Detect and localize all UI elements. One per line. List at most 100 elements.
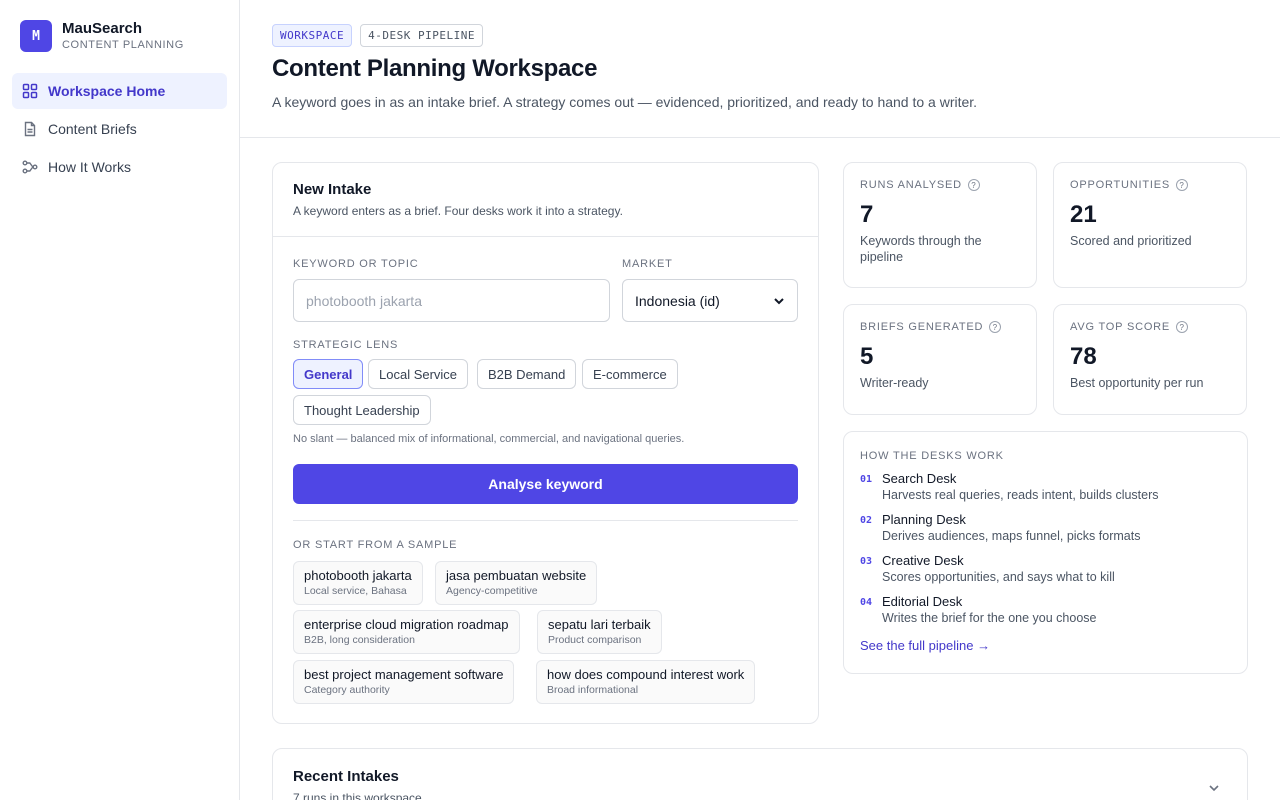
desk-item: 01 Search Desk Harvests real queries, re…: [860, 471, 1231, 503]
sample-card[interactable]: enterprise cloud migration roadmap B2B, …: [293, 610, 520, 654]
stat-value: 21: [1070, 201, 1097, 228]
desk-item: 02 Planning Desk Derives audiences, maps…: [860, 512, 1231, 544]
stat-value: 78: [1070, 343, 1097, 370]
pipeline-tag: 4-DESK PIPELINE: [360, 24, 483, 47]
stat-card-opportunities: OPPORTUNITIES? 21 Scored and prioritized: [1053, 162, 1247, 288]
stat-card-briefs: BRIEFS GENERATED? 5 Writer-ready: [843, 304, 1037, 415]
lens-chip-b2b-demand[interactable]: B2B Demand: [477, 359, 577, 389]
stat-label: RUNS ANALYSED: [860, 179, 962, 191]
lens-label: STRATEGIC LENS: [293, 339, 399, 351]
market-select[interactable]: Indonesia (id): [622, 279, 798, 322]
desk-name: Creative Desk: [882, 553, 964, 568]
help-icon[interactable]: ?: [989, 321, 1002, 333]
lens-chip-ecommerce[interactable]: E-commerce: [582, 359, 678, 389]
lens-chip-general[interactable]: General: [293, 359, 364, 389]
brand-subtitle: CONTENT PLANNING: [62, 39, 184, 51]
sidebar-item-label: Content Briefs: [48, 121, 137, 137]
desk-item: 03 Creative Desk Scores opportunities, a…: [860, 553, 1231, 585]
sample-card[interactable]: photobooth jakarta Local service, Bahasa: [293, 561, 423, 605]
desk-item: 04 Editorial Desk Writes the brief for t…: [860, 594, 1231, 626]
sample-subtitle: B2B, long consideration: [304, 634, 415, 646]
sample-subtitle: Local service, Bahasa: [304, 585, 407, 597]
page-description: A keyword goes in as an intake brief. A …: [272, 94, 978, 110]
full-pipeline-link[interactable]: See the full pipeline →: [860, 638, 990, 653]
chevron-down-icon: [774, 297, 784, 304]
analyse-keyword-button[interactable]: Analyse keyword: [293, 464, 798, 504]
recent-intakes-card[interactable]: Recent Intakes 7 runs in this workspace: [272, 748, 1248, 800]
desk-name: Editorial Desk: [882, 594, 963, 609]
sample-card[interactable]: jasa pembuatan website Agency-competitiv…: [435, 561, 598, 605]
stat-description: Scored and prioritized: [1070, 234, 1192, 248]
sample-title: photobooth jakarta: [304, 568, 412, 583]
stat-description: Writer-ready: [860, 376, 929, 390]
desks-card: HOW THE DESKS WORK 01 Search Desk Harves…: [843, 431, 1248, 674]
stat-card-avg-score: AVG TOP SCORE? 78 Best opportunity per r…: [1053, 304, 1247, 415]
chevron-down-icon[interactable]: [1207, 781, 1221, 795]
sidebar-nav: Workspace Home Content Briefs How It Wor…: [12, 73, 227, 187]
sample-subtitle: Agency-competitive: [446, 585, 538, 597]
divider: [293, 520, 798, 521]
recent-intakes-subtitle: 7 runs in this workspace: [293, 791, 422, 800]
stat-label: OPPORTUNITIES: [1070, 179, 1171, 191]
stat-description: Keywords through the pipeline: [860, 234, 982, 264]
stat-card-runs: RUNS ANALYSED? 7 Keywords through the pi…: [843, 162, 1037, 288]
logo: M: [20, 20, 52, 52]
sample-title: enterprise cloud migration roadmap: [304, 617, 509, 632]
market-label: MARKET: [622, 258, 673, 270]
brand-name: MauSearch: [62, 20, 143, 37]
desk-name: Search Desk: [882, 471, 957, 486]
sample-card[interactable]: how does compound interest work Broad in…: [536, 660, 756, 704]
stat-value: 7: [860, 201, 874, 228]
lens-chip-thought-leadership[interactable]: Thought Leadership: [293, 395, 431, 425]
sample-subtitle: Category authority: [304, 684, 390, 696]
desk-number: 03: [860, 556, 873, 567]
help-icon[interactable]: ?: [1176, 321, 1189, 333]
stat-label: AVG TOP SCORE: [1070, 321, 1171, 333]
sidebar-item-how-it-works[interactable]: How It Works: [12, 149, 227, 185]
sample-subtitle: Product comparison: [548, 634, 642, 646]
brand[interactable]: M MauSearch CONTENT PLANNING: [20, 20, 184, 52]
desks-label: HOW THE DESKS WORK: [860, 450, 1004, 462]
document-icon: [24, 121, 36, 137]
help-icon[interactable]: ?: [1176, 179, 1189, 191]
desk-name: Planning Desk: [882, 512, 966, 527]
lens-hint: No slant — balanced mix of informational…: [293, 433, 685, 445]
keyword-label: KEYWORD OR TOPIC: [293, 258, 419, 270]
sidebar-item-workspace-home[interactable]: Workspace Home: [12, 73, 227, 109]
header-tags: WORKSPACE 4-DESK PIPELINE: [272, 24, 483, 47]
desk-description: Harvests real queries, reads intent, bui…: [882, 488, 1159, 502]
sidebar-item-label: How It Works: [48, 159, 131, 175]
market-value: Indonesia (id): [635, 292, 720, 309]
samples-label: OR START FROM A SAMPLE: [293, 539, 458, 551]
stat-description: Best opportunity per run: [1070, 376, 1204, 390]
grid-icon: [22, 83, 38, 99]
sidebar-item-content-briefs[interactable]: Content Briefs: [12, 111, 227, 147]
recent-intakes-title: Recent Intakes: [293, 768, 399, 785]
desk-number: 01: [860, 474, 873, 485]
sidebar: M MauSearch CONTENT PLANNING Workspace H…: [0, 0, 240, 800]
help-icon[interactable]: ?: [967, 179, 980, 191]
stat-label: BRIEFS GENERATED: [860, 321, 984, 333]
sample-card[interactable]: best project management software Categor…: [293, 660, 515, 704]
desk-number: 04: [860, 597, 873, 608]
desk-description: Derives audiences, maps funnel, picks fo…: [882, 529, 1141, 543]
new-intake-card: New Intake A keyword enters as a brief. …: [272, 162, 819, 724]
flow-icon: [22, 160, 38, 174]
sample-title: jasa pembuatan website: [446, 568, 587, 583]
intake-title: New Intake: [293, 181, 372, 198]
lens-chip-local-service[interactable]: Local Service: [368, 359, 469, 389]
keyword-input[interactable]: [293, 279, 610, 322]
sample-title: best project management software: [304, 667, 504, 682]
intake-subtitle: A keyword enters as a brief. Four desks …: [293, 204, 623, 218]
stat-value: 5: [860, 343, 874, 370]
desk-description: Scores opportunities, and says what to k…: [882, 570, 1115, 584]
page-header: WORKSPACE 4-DESK PIPELINE Content Planni…: [240, 0, 1280, 138]
desk-description: Writes the brief for the one you choose: [882, 611, 1097, 625]
sample-title: sepatu lari terbaik: [548, 617, 651, 632]
sidebar-item-label: Workspace Home: [48, 83, 166, 99]
workspace-tag: WORKSPACE: [272, 24, 353, 47]
sample-subtitle: Broad informational: [547, 684, 639, 696]
sample-title: how does compound interest work: [547, 667, 745, 682]
sample-card[interactable]: sepatu lari terbaik Product comparison: [537, 610, 662, 654]
desk-number: 02: [860, 515, 873, 526]
